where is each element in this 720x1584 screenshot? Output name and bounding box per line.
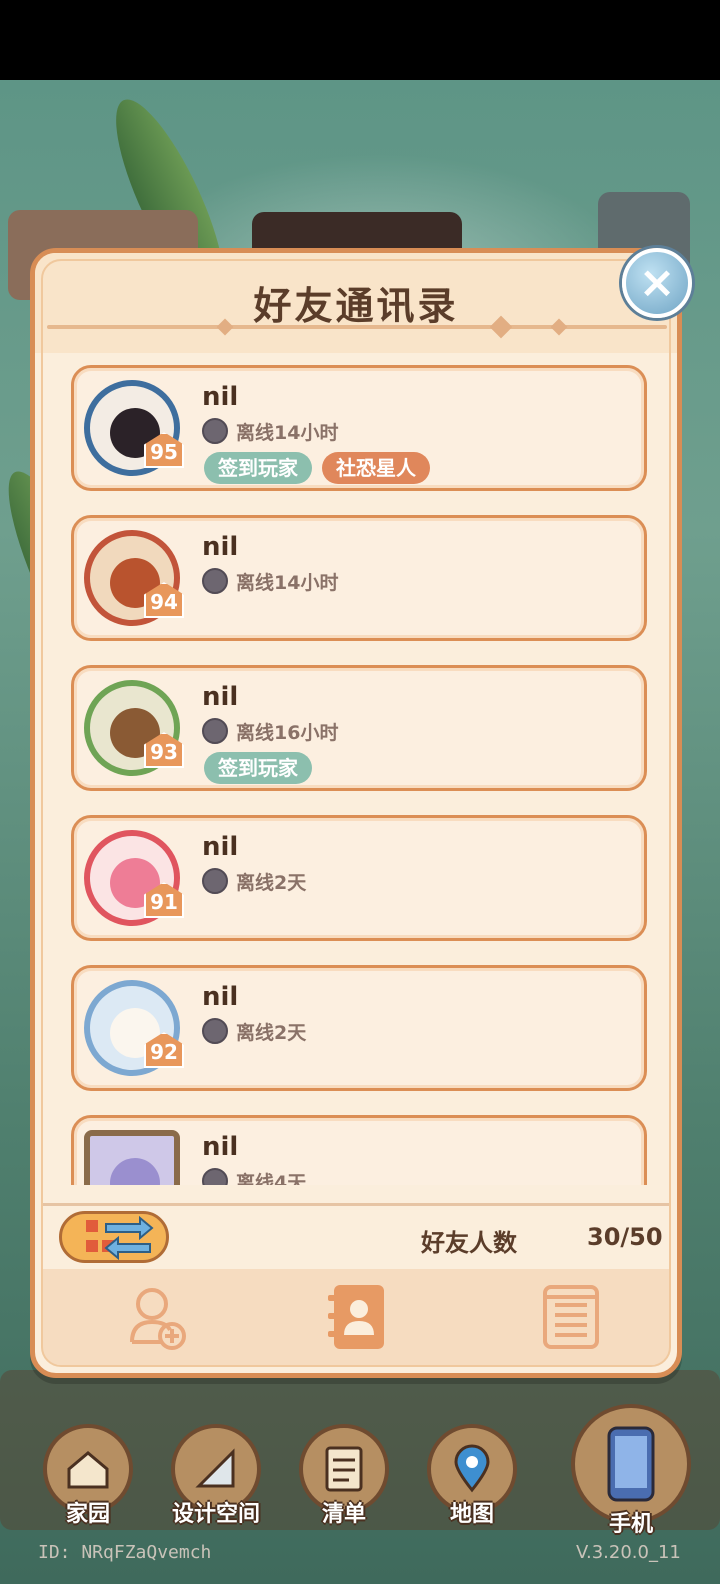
tag-checkin-player: 签到玩家 [204,752,312,784]
avatar-frame [84,1130,180,1185]
list-icon [543,1285,599,1349]
friend-name: nil [202,982,239,1012]
nav-map[interactable]: 地图 [422,1424,522,1528]
friend-count: 30/50 [587,1223,663,1251]
version-label: V.3.20.0_11 [576,1542,681,1563]
footer-divider [43,1203,669,1206]
avatar[interactable]: 91 [84,830,184,930]
nav-phone[interactable]: 手机 [566,1404,696,1538]
status-row: 离线14小时 [202,566,338,596]
friend-name: nil [202,682,239,712]
nav-home[interactable]: 家园 [38,1424,138,1528]
friend-list[interactable]: 95 nil 离线14小时 签到玩家 社恐星人 94 nil 离线14小时 93… [71,357,647,1185]
tab-add-friend[interactable] [97,1269,217,1365]
offline-dot-icon [202,1018,228,1044]
status-row: 离线14小时 [202,416,338,446]
status-bar [0,0,720,80]
nav-label: 设计空间 [171,1502,260,1527]
switch-layout-button[interactable] [59,1211,169,1263]
status-text: 离线14小时 [236,421,339,444]
contact-book-icon [328,1285,384,1349]
status-text: 离线4天 [236,1171,307,1186]
status-row: 离线2天 [202,1016,306,1046]
modal-title: 好友通讯录 [253,284,459,328]
friend-contacts-modal: 好友通讯录 95 nil 离线14小时 签到玩家 社恐星人 94 nil 离线1… [30,248,682,1378]
nav-label: 地图 [449,1502,494,1527]
player-id: ID: NRqFZaQvemch [38,1542,212,1563]
switch-arrows-icon [86,1215,154,1261]
status-text: 离线16小时 [236,721,339,744]
avatar[interactable]: 92 [84,980,184,1080]
tag-checkin-player: 签到玩家 [204,452,312,484]
offline-dot-icon [202,1168,228,1185]
friend-name: nil [202,532,239,562]
add-friend-icon [130,1288,186,1350]
tab-list[interactable] [511,1269,631,1365]
modal-tab-bar [41,1269,671,1365]
offline-dot-icon [202,718,228,744]
friend-card[interactable]: 92 nil 离线2天 [71,965,647,1091]
friend-name: nil [202,832,239,862]
tag-row: 签到玩家 社恐星人 [204,452,430,484]
avatar[interactable]: 95 [84,380,184,480]
avatar[interactable] [84,1130,184,1185]
friend-card[interactable]: 95 nil 离线14小时 签到玩家 社恐星人 [71,365,647,491]
status-row: 离线2天 [202,866,306,896]
status-text: 离线2天 [236,1021,307,1044]
tag-row: 签到玩家 [204,752,312,784]
friend-card[interactable]: 93 nil 离线16小时 签到玩家 [71,665,647,791]
header-divider [47,325,667,329]
tag-social-phobia: 社恐星人 [322,452,430,484]
friend-card[interactable]: nil 离线4天 [71,1115,647,1185]
close-x-icon: × [638,257,676,308]
offline-dot-icon [202,418,228,444]
friend-card[interactable]: 94 nil 离线14小时 [71,515,647,641]
nav-label: 手机 [608,1512,653,1537]
avatar[interactable]: 94 [84,530,184,630]
offline-dot-icon [202,568,228,594]
status-text: 离线2天 [236,871,307,894]
avatar-face [110,1158,160,1185]
modal-header: 好友通讯录 [35,253,677,353]
friend-name: nil [202,382,239,412]
status-row: 离线16小时 [202,716,338,746]
avatar[interactable]: 93 [84,680,184,780]
friend-card[interactable]: 91 nil 离线2天 [71,815,647,941]
nav-checklist[interactable]: 清单 [294,1424,394,1528]
close-button[interactable]: × [622,248,692,318]
friend-name: nil [202,1132,239,1162]
tab-contact-book[interactable] [297,1269,417,1365]
status-text: 离线14小时 [236,571,339,594]
nav-label: 家园 [65,1502,110,1527]
status-row: 离线4天 [202,1166,306,1185]
offline-dot-icon [202,868,228,894]
friend-count-label: 好友人数 [421,1229,517,1257]
nav-label: 清单 [321,1502,366,1527]
nav-design-space[interactable]: 设计空间 [166,1424,266,1528]
